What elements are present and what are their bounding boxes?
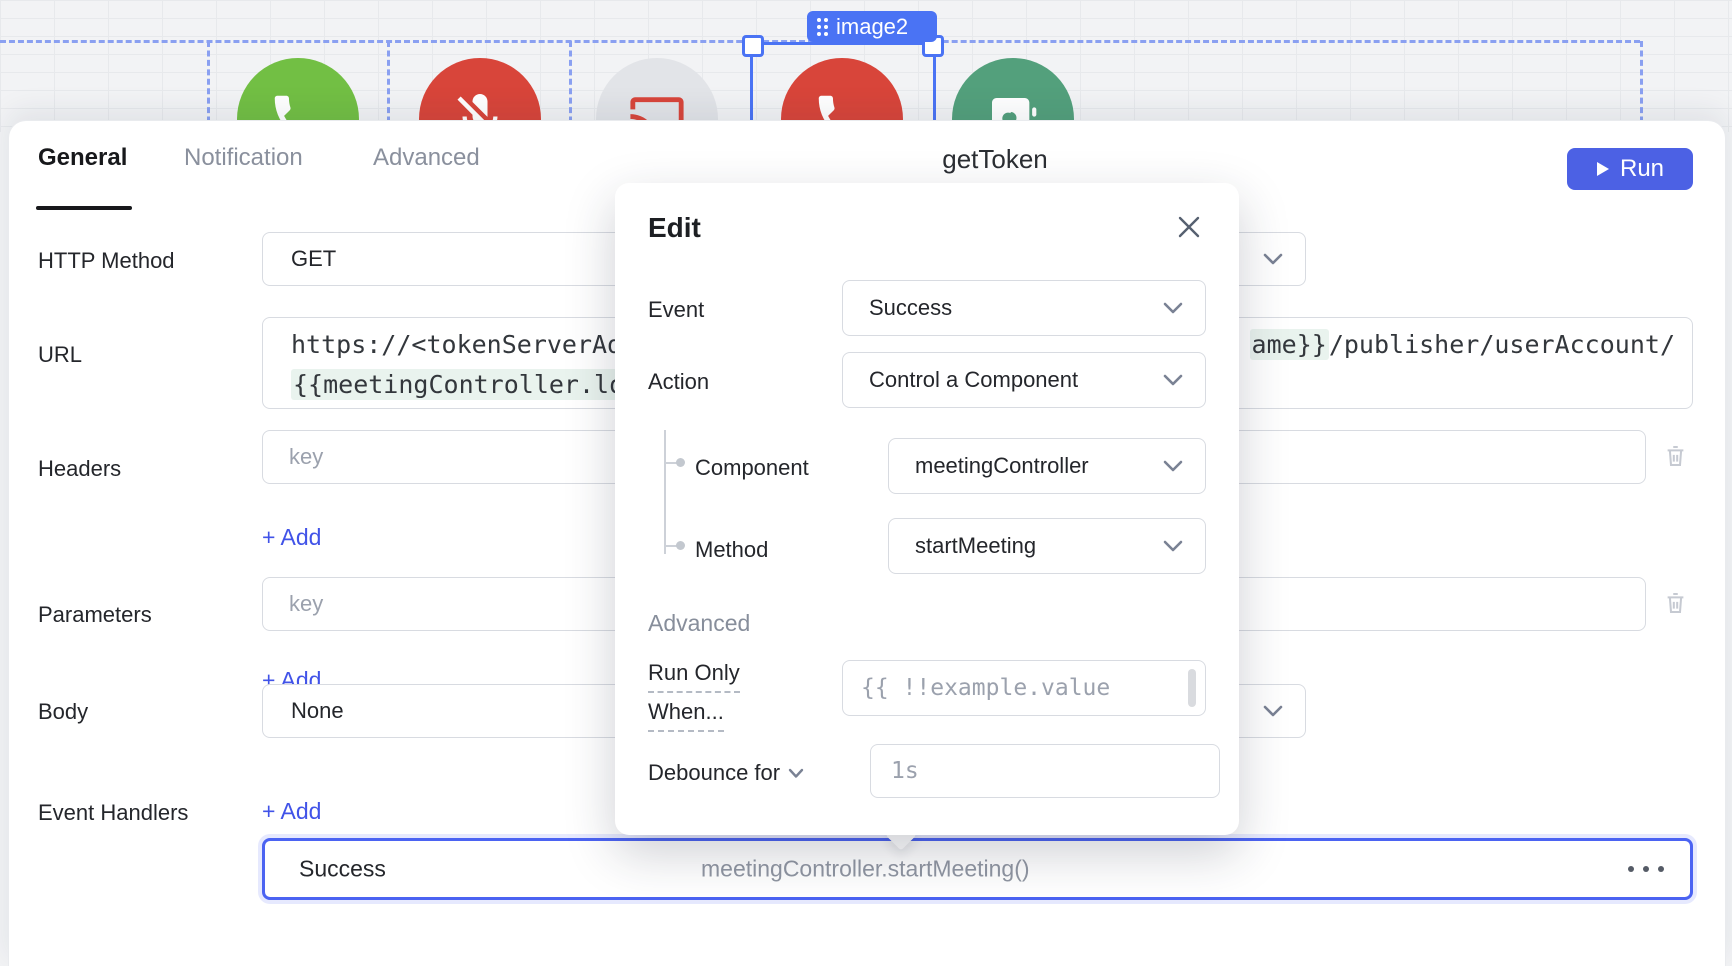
- selection-handle-left[interactable]: [742, 35, 764, 57]
- tree-guide-line: [664, 430, 666, 554]
- component-select[interactable]: meetingController: [888, 438, 1206, 494]
- chevron-down-icon: [1163, 374, 1183, 387]
- popover-title: Edit: [648, 212, 701, 244]
- advanced-section-label: Advanced: [648, 610, 750, 637]
- close-icon[interactable]: [1175, 213, 1203, 241]
- chevron-down-icon: [1163, 540, 1183, 553]
- chevron-down-small-icon[interactable]: [788, 768, 804, 779]
- app-root: image2 General Notification Advanced get…: [0, 0, 1732, 966]
- component-label: Component: [695, 455, 809, 481]
- play-icon: [1596, 161, 1610, 177]
- body-label: Body: [38, 699, 88, 725]
- action-select[interactable]: Control a Component: [842, 352, 1206, 408]
- chevron-down-icon: [1163, 302, 1183, 315]
- tab-general[interactable]: General: [38, 144, 127, 172]
- selected-widget-name: image2: [836, 14, 908, 40]
- headers-label: Headers: [38, 456, 121, 482]
- chevron-down-icon: [1263, 705, 1283, 718]
- selected-widget-tag[interactable]: image2: [807, 11, 937, 42]
- event-select[interactable]: Success: [842, 280, 1206, 336]
- tab-notification[interactable]: Notification: [184, 144, 303, 172]
- event-handler-row[interactable]: Success meetingController.startMeeting(): [262, 838, 1693, 900]
- run-only-when-label: Run Only When...: [648, 660, 740, 732]
- grid-guide-line: [387, 41, 390, 132]
- grid-guide-line: [569, 41, 572, 132]
- chevron-down-icon: [1163, 460, 1183, 473]
- delete-parameter-icon[interactable]: [1662, 589, 1689, 617]
- input-scrollbar[interactable]: [1188, 669, 1196, 707]
- drag-handle-icon[interactable]: [817, 18, 828, 36]
- chevron-down-icon: [1263, 253, 1283, 266]
- delete-header-icon[interactable]: [1662, 442, 1689, 470]
- event-label: Event: [648, 297, 704, 323]
- url-text-line1-right: ame}}/publisher/userAccount/: [1250, 330, 1675, 359]
- url-text-line2: {{meetingController.lo: [291, 370, 626, 399]
- grid-guide-line: [1640, 41, 1643, 132]
- method-label: Method: [695, 537, 768, 563]
- url-text-line1-left: https://<tokenServerAd: [291, 330, 622, 359]
- tab-advanced[interactable]: Advanced: [373, 144, 480, 172]
- event-handlers-label: Event Handlers: [38, 800, 188, 826]
- query-title: getToken: [830, 144, 1160, 175]
- add-event-handler-link[interactable]: + Add: [262, 798, 321, 825]
- run-only-when-wrap: [842, 660, 1206, 716]
- action-label: Action: [648, 369, 709, 395]
- tree-node-dot: [676, 541, 685, 550]
- editor-canvas[interactable]: image2: [0, 0, 1732, 132]
- event-handler-event: Success: [299, 856, 386, 883]
- run-button[interactable]: Run: [1567, 148, 1693, 190]
- event-handler-action: meetingController.startMeeting(): [701, 856, 1030, 883]
- debounce-input[interactable]: [870, 744, 1220, 798]
- run-only-when-input[interactable]: [842, 660, 1206, 716]
- url-label: URL: [38, 342, 82, 368]
- grid-guide-line: [207, 41, 210, 132]
- add-header-link[interactable]: + Add: [262, 524, 321, 551]
- http-method-label: HTTP Method: [38, 248, 175, 274]
- method-select[interactable]: startMeeting: [888, 518, 1206, 574]
- tree-node-dot: [676, 458, 685, 467]
- parameters-label: Parameters: [38, 602, 152, 628]
- more-options-icon[interactable]: [1628, 866, 1664, 872]
- debounce-label: Debounce for: [648, 760, 804, 786]
- active-tab-underline: [36, 206, 132, 210]
